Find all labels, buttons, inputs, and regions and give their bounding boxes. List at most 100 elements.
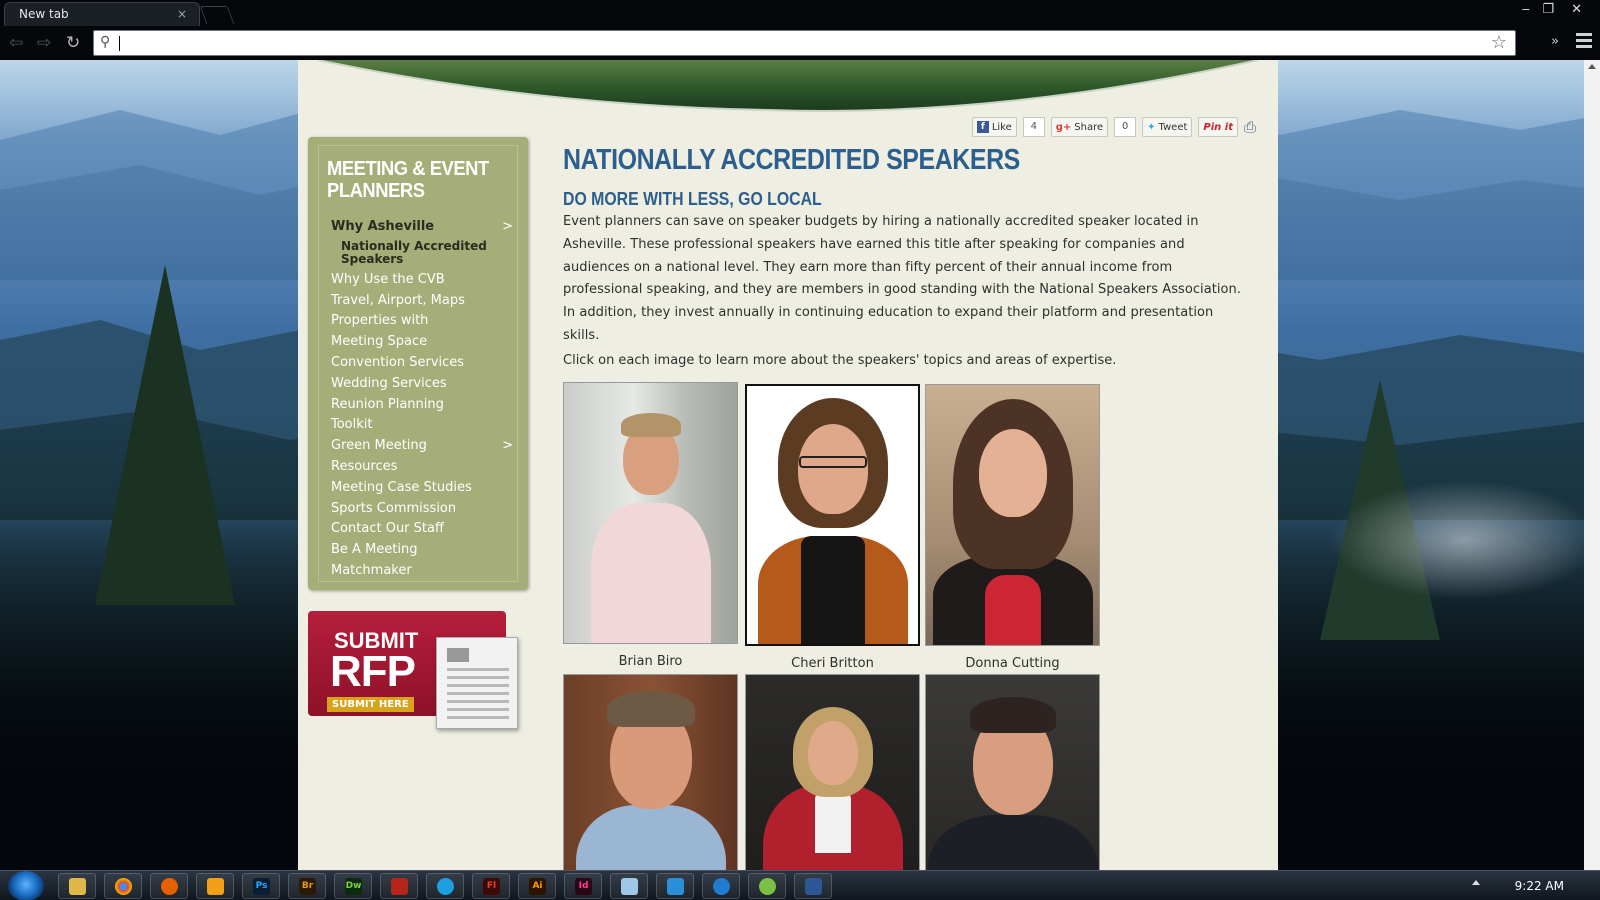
bookmark-star-icon[interactable]: ☆ — [1491, 32, 1507, 53]
sidebar-item-properties[interactable]: Properties with — [331, 311, 513, 332]
overflow-icon[interactable]: » — [1551, 34, 1559, 49]
sidebar-item-toolkit[interactable]: Toolkit — [331, 415, 513, 436]
speaker-photo[interactable] — [745, 384, 920, 646]
sidebar-item-accredited-speakers[interactable]: Nationally Accredited Speakers — [331, 238, 513, 270]
facebook-icon: f — [976, 121, 989, 133]
header-banner-image — [317, 60, 1259, 112]
vertical-scrollbar[interactable] — [1584, 60, 1600, 870]
sidebar-item-sports[interactable]: Sports Commission — [331, 499, 513, 520]
speaker-name[interactable]: Donna Cutting — [925, 656, 1100, 671]
speaker-card[interactable]: Cheri Britton — [745, 384, 920, 671]
sidebar-item-why-use-cvb[interactable]: Why Use the CVB — [331, 270, 513, 291]
taskbar-chrome-icon[interactable] — [104, 873, 142, 899]
click-instruction: Click on each image to learn more about … — [563, 353, 1117, 368]
sidebar-item-wedding[interactable]: Wedding Services — [331, 374, 513, 395]
sidebar-item-why-asheville[interactable]: Why Asheville > — [331, 217, 513, 238]
taskbar-skype-icon[interactable] — [426, 873, 464, 899]
speaker-card[interactable]: Donna Cutting — [925, 384, 1100, 671]
minimize-icon[interactable]: ‒ — [1522, 2, 1530, 17]
browser-titlebar: New tab × ‒ ❐ ✕ — [0, 0, 1600, 26]
sidebar-item-reunion[interactable]: Reunion Planning — [331, 395, 513, 416]
sidebar-nav: MEETING & EVENT PLANNERS Why Asheville > … — [308, 137, 528, 590]
forward-icon[interactable]: ⇨ — [37, 33, 51, 53]
sidebar-item-green-meeting[interactable]: Green Meeting > — [331, 436, 513, 457]
speaker-card[interactable] — [563, 674, 738, 870]
taskbar-clock[interactable]: 9:22 AM — [1515, 879, 1564, 893]
sidebar-item-label: Sports Commission — [331, 500, 457, 516]
taskbar-outlook-icon[interactable] — [196, 873, 234, 899]
taskbar-spotify-icon[interactable] — [748, 873, 786, 899]
sidebar-item-matchmaker-cont[interactable]: Matchmaker — [331, 561, 513, 582]
taskbar-firefox-icon[interactable] — [150, 873, 188, 899]
taskbar-filezilla-icon[interactable] — [380, 873, 418, 899]
taskbar-notepad-icon[interactable] — [610, 873, 648, 899]
share-count: 0 — [1114, 117, 1137, 137]
pine-tree-graphic — [95, 265, 235, 605]
sidebar-item-label: Properties with — [331, 313, 429, 329]
taskbar-word-icon[interactable] — [794, 873, 832, 899]
start-button[interactable] — [8, 871, 44, 900]
taskbar-bridge-icon[interactable]: Br — [288, 873, 326, 899]
address-bar[interactable]: ⚲ ☆ — [93, 30, 1516, 56]
taskbar-flash-icon[interactable]: Fl — [472, 873, 510, 899]
sidebar-item-label: Meeting Space — [331, 334, 428, 350]
speaker-card[interactable]: Brian Biro — [563, 382, 738, 669]
sidebar-item-label: Green Meeting — [331, 438, 427, 454]
tweet-button[interactable]: ✦ Tweet — [1142, 117, 1193, 137]
sidebar-item-label: Travel, Airport, Maps — [331, 292, 465, 308]
sidebar-item-label: Reunion Planning — [331, 396, 444, 412]
speaker-photo[interactable] — [925, 384, 1100, 646]
tray-expand-icon[interactable] — [1472, 880, 1480, 885]
speaker-name[interactable]: Cheri Britton — [745, 656, 920, 671]
sidebar-menu: Why Asheville > Nationally Accredited Spe… — [331, 217, 513, 582]
print-icon[interactable]: ⎙ — [1244, 118, 1256, 136]
sidebar-item-label: Why Asheville — [331, 219, 435, 234]
maximize-icon[interactable]: ❐ — [1542, 2, 1554, 17]
sidebar-item-matchmaker[interactable]: Be A Meeting — [331, 540, 513, 561]
pinterest-button[interactable]: Pin it — [1198, 117, 1238, 137]
google-plus-icon: g+ — [1055, 121, 1072, 133]
tab-title: New tab — [19, 7, 69, 21]
page-title: NATIONALLY ACCREDITED SPEAKERS — [563, 144, 1020, 176]
tab-close-icon[interactable]: × — [177, 7, 187, 21]
speaker-photo[interactable] — [563, 674, 738, 870]
share-bar: f Like 4 g+ Share 0 ✦ Tweet Pin it ⎙ — [971, 117, 1256, 137]
sidebar-item-meeting-space[interactable]: Meeting Space — [331, 332, 513, 353]
taskbar-indesign-icon[interactable]: Id — [564, 873, 602, 899]
new-tab-button[interactable] — [199, 6, 235, 24]
taskbar-explorer-icon[interactable] — [58, 873, 96, 899]
reload-icon[interactable]: ↻ — [66, 33, 80, 53]
speaker-name[interactable]: Brian Biro — [563, 654, 738, 669]
google-share-button[interactable]: g+ Share — [1050, 117, 1109, 137]
twitter-icon: ✦ — [1147, 121, 1156, 133]
speaker-card[interactable] — [745, 674, 920, 870]
search-icon: ⚲ — [100, 34, 111, 50]
speaker-photo[interactable] — [563, 382, 738, 644]
close-window-icon[interactable]: ✕ — [1571, 2, 1582, 17]
taskbar-messenger-icon[interactable] — [656, 873, 694, 899]
chevron-right-icon: > — [502, 438, 513, 454]
tab-new-tab[interactable]: New tab × — [4, 2, 200, 26]
taskbar-itunes-icon[interactable] — [702, 873, 740, 899]
scroll-up-arrow-icon[interactable] — [1588, 64, 1596, 69]
taskbar-dreamweaver-icon[interactable]: Dw — [334, 873, 372, 899]
page-viewport: f Like 4 g+ Share 0 ✦ Tweet Pin it ⎙ MEE… — [0, 60, 1600, 870]
sidebar-item-travel[interactable]: Travel, Airport, Maps — [331, 291, 513, 312]
taskbar-photoshop-icon[interactable]: Ps — [242, 873, 280, 899]
sidebar-item-contact[interactable]: Contact Our Staff — [331, 519, 513, 540]
speaker-photo[interactable] — [925, 674, 1100, 870]
sidebar-item-resources[interactable]: Resources — [331, 457, 513, 478]
facebook-like-button[interactable]: f Like — [971, 117, 1017, 137]
sidebar-item-convention[interactable]: Convention Services — [331, 353, 513, 374]
document-icon — [436, 637, 518, 729]
sidebar-item-case-studies[interactable]: Meeting Case Studies — [331, 478, 513, 499]
sidebar-item-label: Be A Meeting — [331, 542, 418, 558]
speaker-card[interactable] — [925, 674, 1100, 870]
submit-rfp-button[interactable]: SUBMIT RFP SUBMIT HERE — [308, 611, 520, 731]
menu-icon[interactable] — [1576, 33, 1592, 51]
speaker-photo[interactable] — [745, 674, 920, 870]
taskbar-illustrator-icon[interactable]: Ai — [518, 873, 556, 899]
back-icon[interactable]: ⇦ — [9, 33, 23, 53]
sidebar-item-label: Toolkit — [331, 417, 373, 433]
sidebar-item-label: Resources — [331, 458, 398, 474]
